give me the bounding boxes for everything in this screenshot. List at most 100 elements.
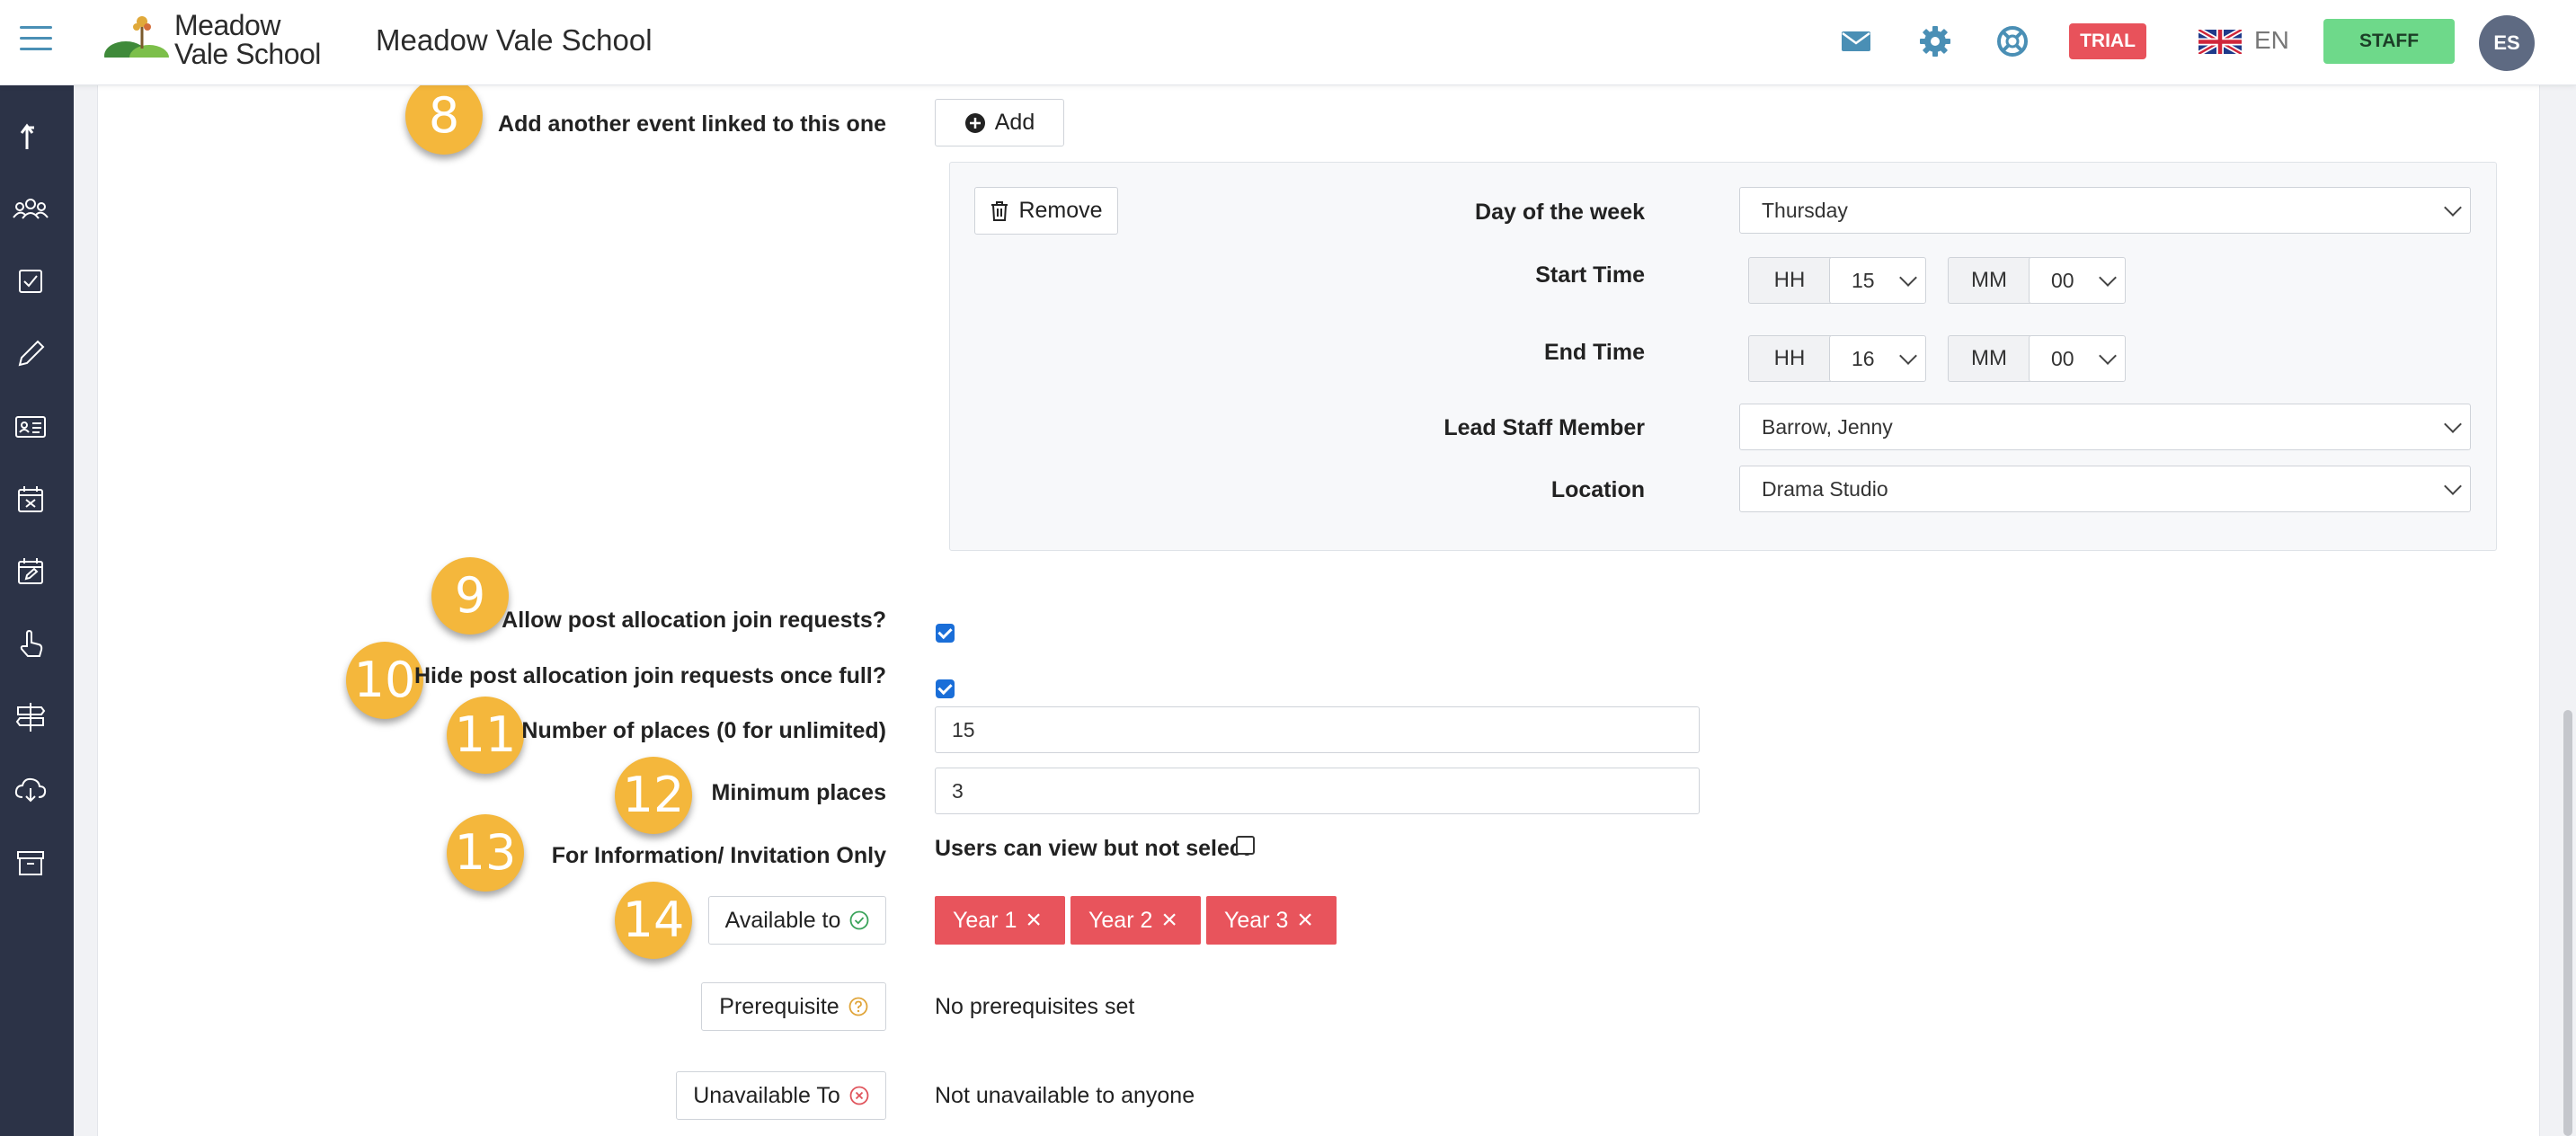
join-requests-label: Allow post allocation join requests? — [502, 608, 886, 633]
end-hour-select[interactable]: 16 — [1829, 335, 1926, 382]
logo-text: Meadow Vale School — [174, 9, 321, 70]
end-time-label: End Time — [1543, 340, 1645, 365]
menu-icon[interactable] — [20, 26, 52, 53]
year-tag-label: Year 2 — [1088, 907, 1153, 933]
prerequisite-label: Prerequisite — [719, 993, 839, 1019]
mail-icon[interactable] — [1839, 24, 1873, 58]
available-to-label: Available to — [724, 907, 841, 933]
hide-requests-checkbox[interactable] — [936, 679, 955, 698]
chevron-down-icon — [1899, 269, 1917, 287]
prerequisite-text: No prerequisites set — [935, 994, 1135, 1019]
end-minute-value: 00 — [2051, 346, 2074, 370]
year-tag-label: Year 1 — [953, 907, 1017, 933]
avatar[interactable]: ES — [2479, 15, 2535, 71]
unavailable-to-button[interactable]: Unavailable To — [676, 1071, 886, 1120]
info-only-checkbox[interactable] — [1236, 836, 1255, 855]
language-label[interactable]: EN — [2254, 26, 2289, 55]
question-circle-icon — [848, 997, 868, 1016]
step-badge: 8 — [405, 77, 483, 155]
cloud-download-icon[interactable] — [13, 772, 49, 808]
info-only-option-text: Users can view but not select — [935, 836, 1250, 861]
lead-staff-label: Lead Staff Member — [1443, 415, 1645, 440]
start-hh-addon: HH — [1748, 257, 1831, 304]
close-icon[interactable]: × — [1161, 907, 1177, 934]
min-places-label: Minimum places — [711, 780, 887, 805]
day-of-week-label: Day of the week — [1475, 200, 1645, 225]
step-badge: 10 — [346, 642, 423, 719]
remove-label: Remove — [1018, 198, 1103, 223]
step-badge: 11 — [447, 697, 524, 774]
min-places-input[interactable]: 3 — [935, 768, 1700, 814]
archive-icon[interactable] — [13, 845, 49, 881]
location-value: Drama Studio — [1762, 476, 1888, 501]
year-tag[interactable]: Year 1 × — [935, 896, 1065, 945]
top-bar: Meadow Vale School Meadow Vale School TR… — [0, 0, 2576, 85]
lifebuoy-icon[interactable] — [1995, 24, 2030, 58]
chevron-down-icon — [2444, 477, 2462, 495]
pencil-icon[interactable] — [13, 336, 49, 372]
prerequisite-button[interactable]: Prerequisite — [701, 982, 886, 1031]
x-circle-icon — [849, 1086, 869, 1105]
end-hour-value: 16 — [1852, 346, 1875, 370]
checklist-icon[interactable] — [13, 263, 49, 299]
end-mm-addon: MM — [1948, 335, 2030, 382]
chevron-down-icon — [2444, 415, 2462, 433]
hand-pointer-icon[interactable] — [13, 626, 49, 662]
linked-event-label: Add another event linked to this one — [498, 111, 886, 137]
chevron-down-icon — [2099, 269, 2117, 287]
start-hour-select[interactable]: 15 — [1829, 257, 1926, 304]
location-select[interactable]: Drama Studio — [1739, 466, 2471, 512]
year-tag[interactable]: Year 3 × — [1206, 896, 1337, 945]
signpost-icon[interactable] — [13, 699, 49, 735]
end-minute-select[interactable]: 00 — [2029, 335, 2126, 382]
close-icon[interactable]: × — [1297, 907, 1313, 934]
chevron-down-icon — [1899, 347, 1917, 365]
available-to-button[interactable]: Available to — [708, 896, 886, 945]
gear-icon[interactable] — [1918, 24, 1952, 58]
start-hour-value: 15 — [1852, 268, 1875, 292]
remove-button[interactable]: Remove — [974, 187, 1118, 235]
lead-staff-select[interactable]: Barrow, Jenny — [1739, 404, 2471, 450]
step-badge: 13 — [447, 814, 524, 892]
places-label: Number of places (0 for unlimited) — [521, 718, 886, 743]
step-badge: 14 — [615, 882, 692, 959]
year-tag-label: Year 3 — [1224, 907, 1289, 933]
places-input[interactable]: 15 — [935, 706, 1700, 753]
chevron-down-icon — [2099, 347, 2117, 365]
school-logo-icon — [102, 16, 171, 68]
step-badge: 12 — [615, 757, 692, 834]
start-minute-value: 00 — [2051, 268, 2074, 292]
unavailable-to-label: Unavailable To — [693, 1082, 840, 1108]
sidebar — [0, 85, 74, 1136]
uk-flag-icon[interactable] — [2198, 30, 2242, 54]
check-circle-icon — [849, 910, 869, 930]
location-label: Location — [1550, 477, 1645, 502]
info-only-label: For Information/ Invitation Only — [551, 843, 886, 868]
add-event-label: Add — [994, 110, 1035, 135]
end-hh-addon: HH — [1748, 335, 1831, 382]
step-badge: 9 — [431, 557, 509, 635]
hide-requests-label: Hide post allocation join requests once … — [413, 663, 886, 688]
trash-icon — [991, 200, 1008, 221]
plus-circle-icon — [964, 112, 985, 133]
add-event-button[interactable]: Add — [935, 99, 1064, 146]
close-icon[interactable]: × — [1026, 907, 1042, 934]
unavailable-to-text: Not unavailable to anyone — [935, 1083, 1195, 1108]
day-of-week-value: Thursday — [1762, 198, 1848, 222]
start-mm-addon: MM — [1948, 257, 2030, 304]
calendar-x-icon[interactable] — [13, 482, 49, 518]
share-arrow-icon[interactable] — [13, 119, 49, 155]
users-icon[interactable] — [13, 191, 49, 227]
id-card-icon[interactable] — [13, 409, 49, 445]
scrollbar[interactable] — [2563, 710, 2572, 1136]
year-tag[interactable]: Year 2 × — [1070, 896, 1201, 945]
start-time-label: Start Time — [1535, 262, 1645, 288]
page-title: Meadow Vale School — [376, 23, 653, 57]
lead-staff-value: Barrow, Jenny — [1762, 414, 1893, 439]
join-requests-checkbox[interactable] — [936, 624, 955, 643]
start-minute-select[interactable]: 00 — [2029, 257, 2126, 304]
calendar-edit-icon[interactable] — [13, 554, 49, 590]
staff-button[interactable]: STAFF — [2323, 19, 2455, 64]
trial-badge[interactable]: TRIAL — [2069, 23, 2146, 59]
day-of-week-select[interactable]: Thursday — [1739, 187, 2471, 234]
